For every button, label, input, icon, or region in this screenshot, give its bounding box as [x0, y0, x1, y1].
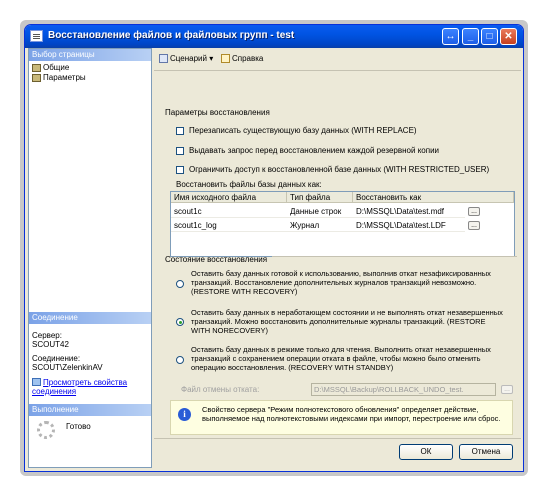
restore-dialog: Восстановление файлов и файловых групп -… [24, 24, 524, 472]
grid-cell-restore-as[interactable]: D:\MSSQL\Data\test.LDF [353, 219, 465, 232]
page-general[interactable]: Общие [32, 63, 69, 73]
restore-with-recovery-label: Оставить базу данных готовой к использов… [191, 269, 491, 296]
restricted-user-checkbox[interactable]: Ограничить доступ к восстановленной базе… [176, 165, 489, 174]
info-icon: i [178, 408, 191, 421]
grid-cell-type: Данные строк [287, 205, 353, 218]
restore-files-label: Восстановить файлы базы данных как: [176, 180, 322, 189]
script-button[interactable]: Сценарий ▾ [159, 54, 213, 64]
recovery-with-standby-radio[interactable] [176, 356, 184, 364]
server-value: SCOUT42 [32, 340, 69, 349]
minimize-button[interactable]: _ [462, 28, 479, 45]
info-text: Свойство сервера "Режим полнотекстового … [202, 405, 501, 423]
recovery-with-standby-label: Оставить базу данных в режиме только для… [191, 345, 491, 372]
ok-button[interactable]: ОК [399, 444, 453, 460]
standby-file-label: Файл отмены отката: [181, 385, 260, 394]
cancel-button[interactable]: Отмена [459, 444, 513, 460]
properties-icon [32, 378, 41, 386]
restore-with-norecovery-radio[interactable] [176, 318, 184, 326]
view-properties-link[interactable]: Просмотреть свойства соединения [32, 378, 127, 396]
help-button[interactable]: Справка [221, 54, 263, 64]
connection-value: SCOUT\ZelenkinAV [32, 363, 103, 372]
files-grid: Имя исходного файла Тип файла Восстанови… [170, 191, 515, 257]
app-icon [30, 30, 43, 42]
column-header[interactable]: Тип файла [287, 192, 353, 203]
grid-cell-restore-as[interactable]: D:\MSSQL\Data\test.mdf [353, 205, 465, 218]
with-replace-checkbox[interactable]: Перезаписать существующую базу данных (W… [176, 126, 417, 135]
page-icon [32, 73, 41, 82]
restore-with-norecovery-label: Оставить базу данных в неработающем сост… [191, 308, 503, 335]
standby-browse-button[interactable]: ... [501, 385, 513, 394]
connection-header: Соединение [29, 312, 151, 324]
toolbar: Сценарий ▾ Справка [154, 48, 521, 71]
divider [272, 256, 517, 257]
browse-button[interactable]: ... [468, 221, 480, 230]
recovery-state-title: Состояние восстановления [165, 255, 268, 264]
footer-divider [154, 438, 521, 439]
restore-options-title: Параметры восстановления [165, 108, 270, 117]
window-title: Восстановление файлов и файловых групп -… [48, 30, 295, 41]
info-box: i Свойство сервера "Режим полнотекстовог… [170, 400, 513, 435]
grid-cell-name: scout1c_log [171, 219, 287, 232]
page-options[interactable]: Параметры [32, 73, 86, 83]
left-panel: Выбор страницы Общие Параметры Соединени… [28, 48, 152, 468]
title-bar[interactable]: Восстановление файлов и файловых групп -… [25, 25, 523, 48]
progress-status: Готово [66, 422, 91, 431]
grid-cell-name: scout1c [171, 205, 287, 218]
restore-with-recovery-radio[interactable] [176, 280, 184, 288]
main-panel: Сценарий ▾ Справка Параметры восстановле… [154, 48, 521, 437]
progress-header: Выполнение [29, 404, 151, 416]
progress-spinner-icon [37, 421, 55, 439]
prompt-before-restore-checkbox[interactable]: Выдавать запрос перед восстановлением ка… [176, 146, 439, 155]
select-page-header: Выбор страницы [29, 49, 151, 61]
maximize-button[interactable]: □ [481, 28, 498, 45]
grid-cell-type: Журнал [287, 219, 353, 232]
column-header[interactable]: Восстановить как [353, 192, 514, 203]
browse-button[interactable]: ... [468, 207, 480, 216]
script-icon [159, 54, 168, 64]
column-header[interactable]: Имя исходного файла [171, 192, 287, 203]
page-icon [32, 63, 41, 72]
close-button[interactable]: ✕ [500, 28, 517, 45]
view-connection-properties[interactable]: Просмотреть свойства соединения [32, 378, 147, 398]
help-icon [221, 54, 230, 64]
restore-down-icon[interactable]: ↔ [442, 28, 459, 45]
standby-file-input[interactable]: D:\MSSQL\Backup\ROLLBACK_UNDO_test. [311, 383, 496, 396]
